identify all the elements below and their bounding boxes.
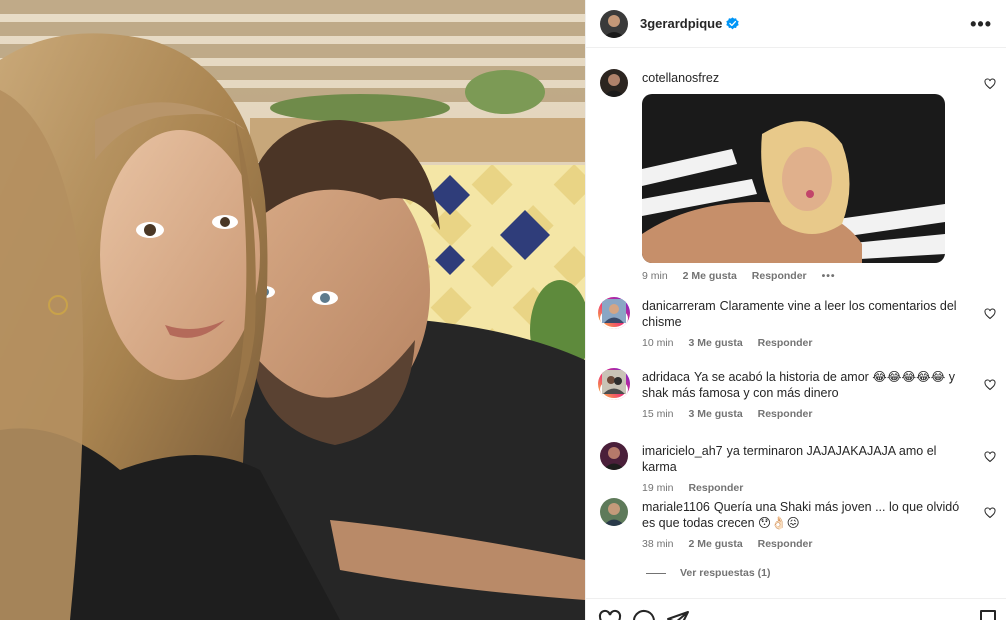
reply-button[interactable]: Responder	[758, 538, 813, 550]
comment-time: 9 min	[642, 269, 668, 282]
reply-button[interactable]: Responder	[758, 337, 813, 349]
comment-time: 19 min	[642, 482, 674, 494]
replies-divider-line	[646, 572, 666, 574]
post-photo-image	[0, 0, 585, 620]
heart-outline-icon[interactable]	[984, 507, 996, 519]
post-header: 3gerardpique •••	[586, 0, 1006, 48]
comments-list: cotellanosfrez 9 min 2 Me gusta Responde…	[586, 48, 1006, 598]
reply-button[interactable]: Responder	[752, 270, 807, 282]
comment-icon[interactable]	[632, 609, 656, 620]
comment-likes[interactable]: 2 Me gusta	[683, 270, 737, 282]
like-heart-icon[interactable]	[598, 609, 622, 620]
heart-outline-icon[interactable]	[984, 379, 996, 391]
reply-button[interactable]: Responder	[688, 482, 743, 494]
comment-meta: 19 min Responder	[642, 481, 972, 497]
author-username[interactable]: 3gerardpique	[640, 16, 722, 31]
verified-badge-icon	[726, 17, 740, 30]
comment-likes[interactable]: 3 Me gusta	[688, 408, 742, 420]
comment-username[interactable]: adridaca	[642, 370, 690, 384]
author-avatar[interactable]	[600, 9, 628, 38]
comment-meta: 15 min 3 Me gusta Responder	[642, 407, 972, 423]
share-icon[interactable]	[666, 609, 690, 620]
heart-outline-icon[interactable]	[984, 308, 996, 320]
view-replies-label: Ver respuestas (1)	[680, 567, 771, 579]
comment-meta: 9 min 2 Me gusta Responder •••	[642, 269, 972, 285]
comment-username[interactable]: imaricielo_ah7	[642, 444, 723, 458]
comment-likes[interactable]: 3 Me gusta	[688, 337, 742, 349]
bookmark-icon[interactable]	[976, 609, 1000, 620]
reply-button[interactable]: Responder	[758, 408, 813, 420]
comments-panel: 3gerardpique ••• cotellanosfrez 9 min 2 …	[585, 0, 1006, 620]
view-replies-button[interactable]: Ver respuestas (1)	[646, 567, 770, 579]
comment-likes[interactable]: 2 Me gusta	[688, 538, 742, 550]
comment-username[interactable]: danicarreram	[642, 299, 716, 313]
commenter-avatar[interactable]	[600, 442, 628, 470]
gif-image	[642, 93, 945, 263]
comment-meta: 10 min 3 Me gusta Responder	[642, 336, 972, 352]
heart-outline-icon[interactable]	[984, 451, 996, 463]
post-photo[interactable]	[0, 0, 585, 620]
comment-options-button[interactable]: •••	[822, 270, 836, 282]
comment-username[interactable]: mariale1106	[642, 500, 710, 514]
heart-outline-icon[interactable]	[984, 78, 996, 90]
commenter-avatar[interactable]	[598, 368, 630, 400]
more-options-button[interactable]: •••	[970, 15, 992, 33]
comment-time: 15 min	[642, 408, 674, 420]
commenter-avatar[interactable]	[598, 297, 630, 329]
comment-time: 10 min	[642, 337, 674, 349]
comment-meta: 38 min 2 Me gusta Responder	[642, 537, 972, 553]
commenter-avatar[interactable]	[600, 498, 628, 526]
comment-time: 38 min	[642, 538, 674, 550]
commenter-avatar[interactable]	[600, 69, 628, 97]
post-action-bar	[586, 598, 1006, 620]
comment-gif[interactable]	[642, 93, 945, 263]
comment-username[interactable]: cotellanosfrez	[642, 71, 719, 85]
